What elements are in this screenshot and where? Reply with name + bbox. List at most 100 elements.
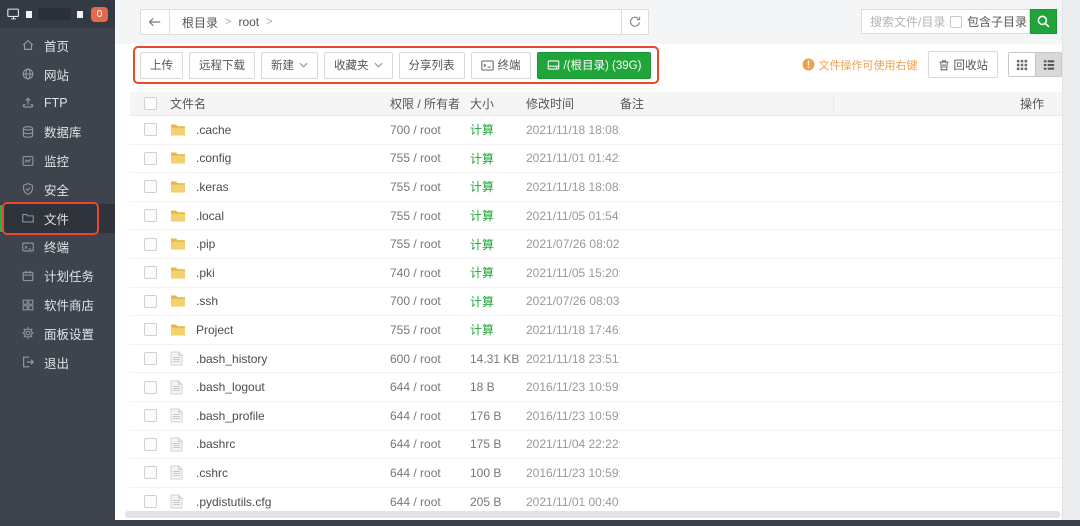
table-row[interactable]: .bash_profile 644 / root 176 B 2016/11/2… — [130, 402, 1062, 431]
header-size[interactable]: 大小 — [470, 95, 526, 112]
select-all-checkbox[interactable] — [144, 97, 157, 110]
row-checkbox[interactable] — [144, 180, 157, 193]
upload-button[interactable]: 上传 — [140, 52, 183, 79]
file-size[interactable]: 100 B — [470, 466, 526, 480]
search-button[interactable] — [1030, 9, 1057, 34]
horizontal-scrollbar[interactable] — [125, 511, 1060, 518]
row-checkbox[interactable] — [144, 466, 157, 479]
notification-badge[interactable]: 0 — [91, 7, 108, 22]
row-checkbox[interactable] — [144, 323, 157, 336]
file-size[interactable]: 计算 — [470, 207, 526, 224]
toolbar: 上传 远程下载 新建 收藏夹 分享列表 终端 /(根目录) (39G) — [115, 46, 1062, 84]
sidebar-item-appstore[interactable]: 软件商店 — [0, 290, 115, 319]
sidebar-item-settings[interactable]: 面板设置 — [0, 319, 115, 348]
include-subdir-checkbox[interactable] — [950, 16, 962, 28]
sidebar-item-monitor[interactable]: 监控 — [0, 146, 115, 175]
file-name[interactable]: Project — [196, 323, 233, 337]
refresh-button[interactable] — [622, 9, 649, 35]
file-size[interactable]: 14.31 KB — [470, 352, 526, 366]
file-name[interactable]: .ssh — [196, 294, 218, 308]
table-row[interactable]: .config 755 / root 计算 2021/11/01 01:42:4… — [130, 145, 1062, 174]
header-filename[interactable]: 文件名 — [170, 95, 390, 112]
file-size[interactable]: 计算 — [470, 236, 526, 253]
sidebar-item-home[interactable]: 首页 — [0, 31, 115, 60]
file-size[interactable]: 计算 — [470, 121, 526, 138]
file-name[interactable]: .cache — [196, 123, 231, 137]
file-name[interactable]: .keras — [196, 180, 229, 194]
search-input[interactable] — [862, 11, 950, 32]
file-size[interactable]: 176 B — [470, 409, 526, 423]
table-row[interactable]: .bash_logout 644 / root 18 B 2016/11/23 … — [130, 373, 1062, 402]
table-row[interactable]: .cshrc 644 / root 100 B 2016/11/23 10:59… — [130, 459, 1062, 488]
file-name[interactable]: .pydistutils.cfg — [196, 495, 271, 509]
sidebar-item-files[interactable]: 文件 — [0, 204, 115, 233]
list-view-button[interactable] — [1035, 53, 1061, 76]
file-size[interactable]: 205 B — [470, 495, 526, 509]
sidebar-item-ftp[interactable]: FTP — [0, 89, 115, 118]
breadcrumb-segment[interactable]: root — [238, 15, 259, 29]
disk-root-button[interactable]: /(根目录) (39G) — [537, 52, 652, 79]
table-row[interactable]: .local 755 / root 计算 2021/11/05 01:54:08 — [130, 202, 1062, 231]
remote-download-button[interactable]: 远程下载 — [189, 52, 255, 79]
sidebar-item-terminal[interactable]: 终端 — [0, 233, 115, 262]
file-name[interactable]: .bash_profile — [196, 409, 265, 423]
sidebar-item-database[interactable]: 数据库 — [0, 117, 115, 146]
file-name[interactable]: .local — [196, 209, 224, 223]
file-permission-owner: 755 / root — [390, 151, 470, 165]
row-checkbox[interactable] — [144, 295, 157, 308]
sidebar-item-security[interactable]: 安全 — [0, 175, 115, 204]
file-name[interactable]: .bash_history — [196, 352, 267, 366]
table-row[interactable]: .pki 740 / root 计算 2021/11/05 15:20:26 — [130, 259, 1062, 288]
file-permission-owner: 755 / root — [390, 237, 470, 251]
favorites-button[interactable]: 收藏夹 — [324, 52, 393, 79]
row-checkbox[interactable] — [144, 152, 157, 165]
table-row[interactable]: .cache 700 / root 计算 2021/11/18 18:08:38 — [130, 116, 1062, 145]
file-permission-owner: 755 / root — [390, 180, 470, 194]
sidebar-item-cron[interactable]: 计划任务 — [0, 261, 115, 290]
file-name[interactable]: .cshrc — [196, 466, 228, 480]
row-checkbox[interactable] — [144, 495, 157, 508]
new-button[interactable]: 新建 — [261, 52, 318, 79]
monitor-chart-icon — [21, 154, 35, 168]
row-checkbox[interactable] — [144, 266, 157, 279]
grid-view-button[interactable] — [1009, 53, 1035, 76]
row-checkbox[interactable] — [144, 438, 157, 451]
terminal-icon — [21, 240, 35, 254]
recycle-bin-button[interactable]: 回收站 — [928, 51, 999, 78]
table-row[interactable]: Project 755 / root 计算 2021/11/18 17:46:1… — [130, 316, 1062, 345]
sidebar-nav: 首页 网站 FTP 数据库 监控 安全 — [0, 28, 115, 377]
file-size[interactable]: 18 B — [470, 380, 526, 394]
table-row[interactable]: .pip 755 / root 计算 2021/07/26 08:02:15 — [130, 230, 1062, 259]
back-button[interactable] — [140, 9, 170, 35]
header-modified-time[interactable]: 修改时间 — [526, 95, 620, 112]
file-name[interactable]: .pip — [196, 237, 215, 251]
table-row[interactable]: .bash_history 600 / root 14.31 KB 2021/1… — [130, 345, 1062, 374]
file-size[interactable]: 计算 — [470, 293, 526, 310]
file-name[interactable]: .bashrc — [196, 437, 235, 451]
home-icon — [21, 38, 35, 52]
row-checkbox[interactable] — [144, 409, 157, 422]
share-list-button[interactable]: 分享列表 — [399, 52, 465, 79]
row-checkbox[interactable] — [144, 238, 157, 251]
table-row[interactable]: .keras 755 / root 计算 2021/11/18 18:08:35 — [130, 173, 1062, 202]
file-name[interactable]: .config — [196, 151, 231, 165]
file-size[interactable]: 计算 — [470, 178, 526, 195]
row-checkbox[interactable] — [144, 381, 157, 394]
terminal-button[interactable]: 终端 — [471, 52, 531, 79]
file-permission-owner: 644 / root — [390, 466, 470, 480]
file-size[interactable]: 175 B — [470, 437, 526, 451]
sidebar-item-website[interactable]: 网站 — [0, 60, 115, 89]
sidebar-item-logout[interactable]: 退出 — [0, 348, 115, 377]
file-name[interactable]: .pki — [196, 266, 215, 280]
table-row[interactable]: .ssh 700 / root 计算 2021/07/26 08:03:51 — [130, 288, 1062, 317]
file-modified-time: 2021/11/18 17:46:12 — [526, 323, 620, 337]
row-checkbox[interactable] — [144, 209, 157, 222]
table-row[interactable]: .bashrc 644 / root 175 B 2021/11/04 22:2… — [130, 431, 1062, 460]
file-size[interactable]: 计算 — [470, 264, 526, 281]
file-name[interactable]: .bash_logout — [196, 380, 265, 394]
row-checkbox[interactable] — [144, 352, 157, 365]
file-size[interactable]: 计算 — [470, 321, 526, 338]
file-size[interactable]: 计算 — [470, 150, 526, 167]
breadcrumb-root[interactable]: 根目录 — [182, 14, 218, 31]
row-checkbox[interactable] — [144, 123, 157, 136]
